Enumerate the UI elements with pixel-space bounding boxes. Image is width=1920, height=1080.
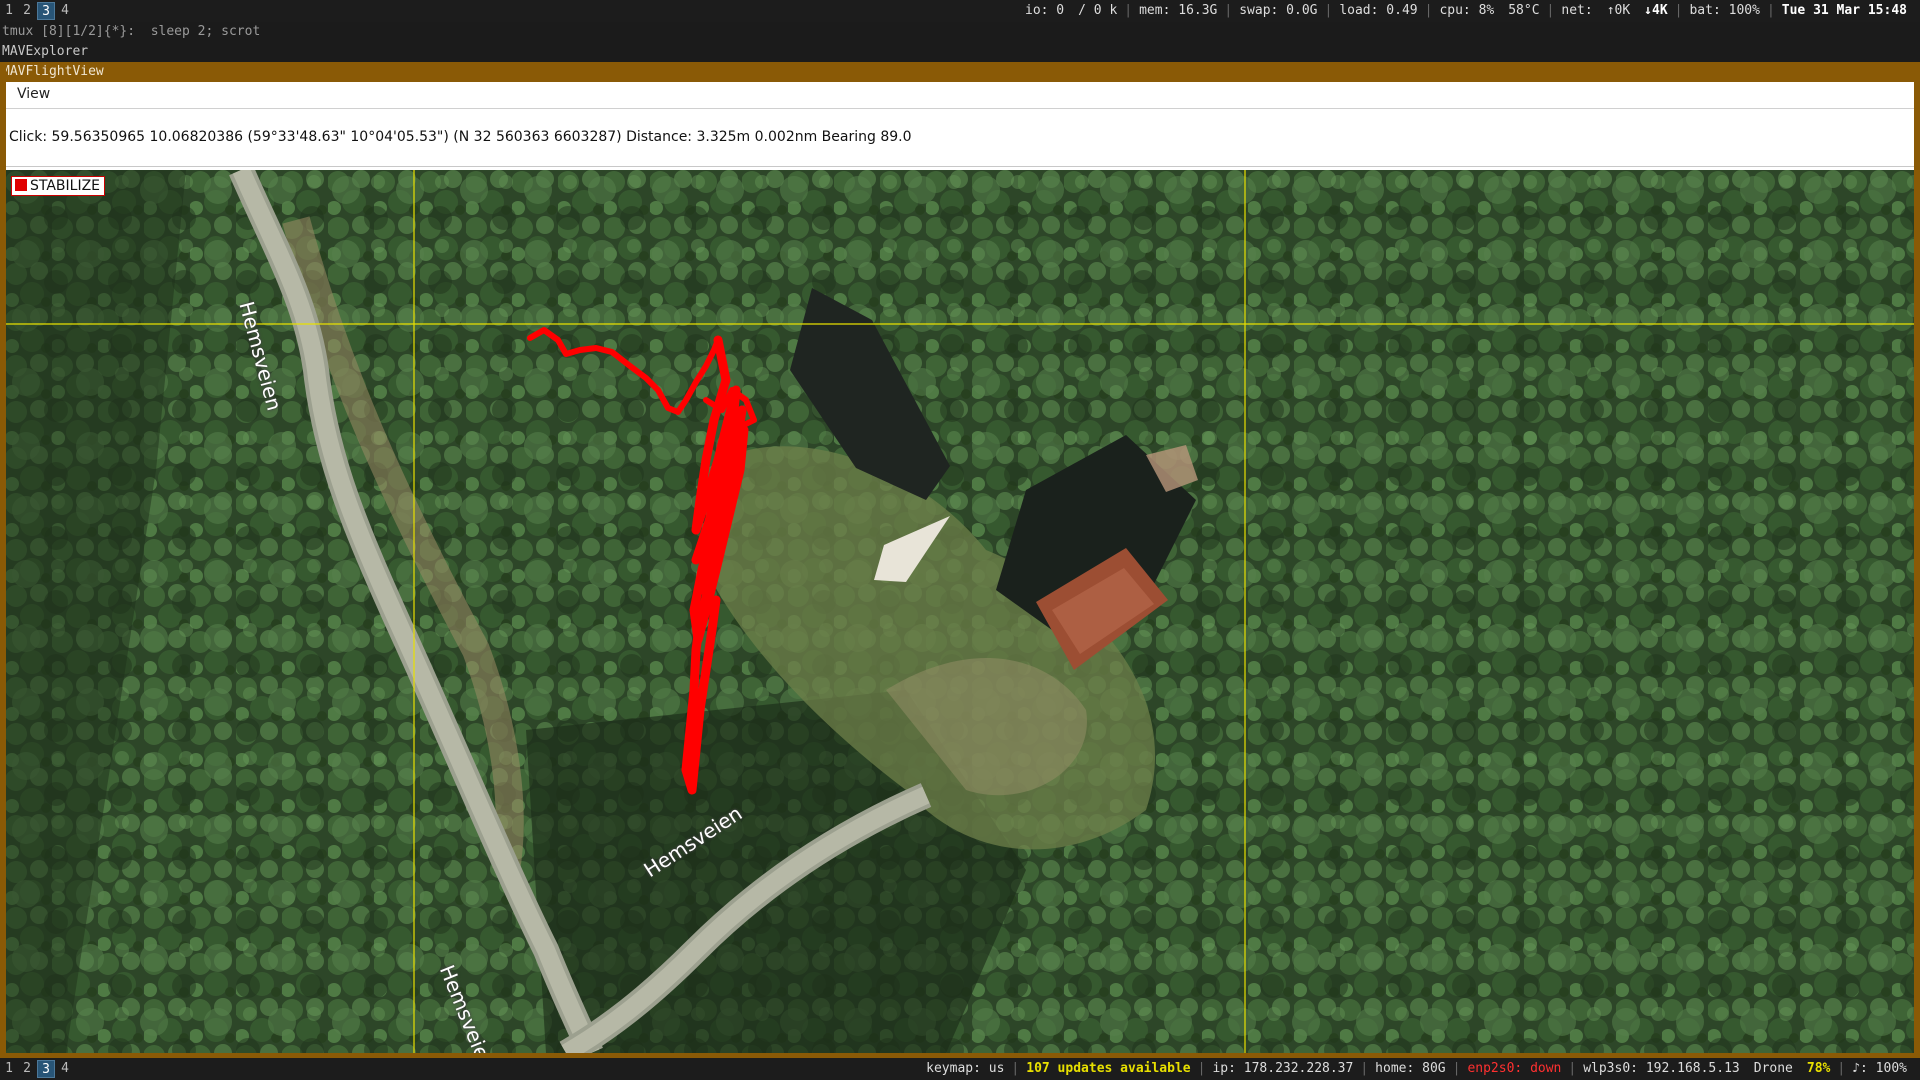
workspace-3-button[interactable]: 3 — [37, 2, 55, 20]
click-info-text: Click: 59.56350965 10.06820386 (59°33'48… — [9, 129, 912, 145]
mavflightview-title: MAVFlightView — [0, 62, 1920, 82]
flight-view-window: View Click: 59.56350965 10.06820386 (59°… — [6, 82, 1914, 1053]
flight-mode-badge: STABILIZE — [11, 176, 106, 196]
flight-mode-label: STABILIZE — [30, 178, 101, 194]
system-status-bottom: keymap: us | 107 updates available | ip: 178… — [919, 1058, 1914, 1080]
workspace-4-button[interactable]: 4 — [56, 1060, 74, 1078]
view-menu[interactable]: View — [14, 86, 53, 102]
ip-status: ip: 178.232.228.37 — [1212, 1061, 1354, 1076]
bottom-status-bar: 1 2 3 4 keymap: us | 107 updates available… — [0, 1058, 1920, 1080]
top-status-bar: 1 2 3 4 io: 0/ 0 k | mem: 16.3G | swap: 0.0G… — [0, 0, 1920, 22]
workspace-2-button[interactable]: 2 — [18, 1060, 36, 1078]
wifi-status: wlp3s0: 192.168.5.13 — [1583, 1061, 1740, 1076]
wifi-ssid: Drone — [1753, 1061, 1793, 1076]
clock: Tue 31 Mar 15:48 — [1781, 3, 1907, 18]
workspace-4-button[interactable]: 4 — [56, 2, 74, 20]
tmux-title: tmux [8][1/2]{*}: sleep 2; scrot — [0, 22, 1920, 42]
disk-status: / 0 k — [1078, 3, 1118, 18]
ethernet-status: enp2s0: down — [1467, 1061, 1562, 1076]
info-panel: Click: 59.56350965 10.06820386 (59°33'48… — [6, 109, 1914, 167]
battery-status: bat: 100% — [1689, 3, 1760, 18]
updates-status: 107 updates available — [1026, 1061, 1191, 1076]
keymap-status: keymap: us — [926, 1061, 1005, 1076]
workspace-1-button[interactable]: 1 — [0, 1060, 18, 1078]
wifi-signal: 78% — [1806, 1061, 1831, 1076]
mode-color-swatch — [15, 179, 27, 191]
window-border-right — [1914, 62, 1920, 1058]
home-disk-status: home: 80G — [1375, 1061, 1446, 1076]
menu-bar: View — [6, 82, 1914, 109]
io-status: io: 0 — [1025, 3, 1065, 18]
workspace-2-button[interactable]: 2 — [18, 2, 36, 20]
map-canvas[interactable] — [6, 170, 1914, 1053]
satellite-map[interactable]: STABILIZE Hemsveien Hemsveien Hemsveien — [6, 170, 1914, 1053]
net-up-status: ↑0K — [1606, 3, 1631, 18]
workspace-3-button[interactable]: 3 — [37, 1060, 55, 1078]
workspace-1-button[interactable]: 1 — [0, 2, 18, 20]
net-down-status: ↓4K — [1644, 3, 1668, 18]
load-status: load: 0.49 — [1339, 3, 1418, 18]
net-label: net: — [1561, 3, 1593, 18]
mavexplorer-title: MAVExplorer — [0, 42, 1920, 62]
volume-status: ♪: 100% — [1852, 1061, 1907, 1076]
temp-status: 58°C — [1508, 3, 1540, 18]
swap-status: swap: 0.0G — [1239, 3, 1318, 18]
cpu-status: cpu: 8% — [1439, 3, 1495, 18]
mem-status: mem: 16.3G — [1139, 3, 1218, 18]
system-status: io: 0/ 0 k | mem: 16.3G | swap: 0.0G | load: 0… — [1018, 0, 1914, 22]
